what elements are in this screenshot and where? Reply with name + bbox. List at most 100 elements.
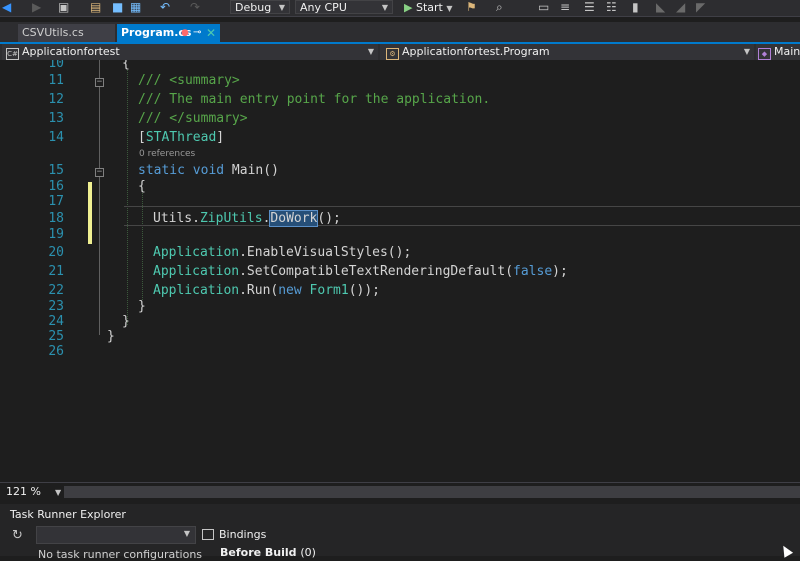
line-number: 19	[48, 227, 64, 242]
panel-title: Task Runner Explorer	[10, 508, 126, 521]
project-dropdown[interactable]: C# Applicationfortest ▼	[2, 44, 378, 60]
member-dropdown[interactable]: ◆ Main	[756, 44, 800, 60]
new-project-icon[interactable]: ▣	[58, 1, 69, 14]
save-icon[interactable]: ■	[112, 1, 123, 14]
save-all-icon[interactable]: ▦	[130, 1, 141, 14]
method-icon: ◆	[758, 48, 771, 60]
outdent-icon[interactable]: ☷	[606, 1, 617, 14]
code-line: }	[122, 314, 130, 329]
fold-guide	[99, 60, 100, 335]
tab-program[interactable]: Program.cs ● ⊸ ✕	[117, 24, 220, 42]
find-icon[interactable]: ⌕	[496, 1, 503, 14]
start-label: Start	[415, 1, 443, 14]
code-line: Application.EnableVisualStyles();	[153, 245, 412, 260]
pin-icon[interactable]: ⊸	[193, 24, 201, 42]
class-dropdown[interactable]: ⚙ Applicationfortest.Program ▼	[380, 44, 754, 60]
indent-guide	[127, 70, 128, 325]
csharp-project-icon: C#	[6, 48, 19, 60]
code-line: static void Main()	[138, 163, 279, 178]
solution-configuration-dropdown[interactable]: Debug ▼	[230, 0, 290, 14]
bookmark-icon[interactable]: ▮	[632, 1, 639, 14]
bindings-icon	[202, 529, 214, 540]
code-line: Application.SetCompatibleTextRenderingDe…	[153, 264, 568, 279]
main-toolbar: ◀ ▶ ▣ ▤ ■ ▦ ↶ ↷ Debug ▼ Any CPU ▼ ▶ Start …	[0, 0, 800, 17]
line-number: 26	[48, 344, 64, 359]
chevron-down-icon: ▼	[183, 529, 190, 538]
line-number: 10	[48, 60, 64, 71]
chevron-down-icon: ▼	[54, 488, 62, 497]
code-line: }	[107, 329, 115, 344]
chevron-down-icon: ▼	[446, 4, 453, 13]
chevron-down-icon: ▼	[278, 3, 285, 12]
code-line: /// </summary>	[138, 111, 248, 126]
codelens-references[interactable]: 0 references	[139, 149, 195, 159]
refresh-icon[interactable]: ↻	[12, 528, 23, 543]
start-button[interactable]: ▶ Start ▼	[404, 0, 453, 15]
play-icon: ▶	[404, 1, 413, 14]
collapse-summary-icon[interactable]: −	[95, 78, 104, 87]
before-build-count: (0)	[300, 546, 316, 559]
prev-bookmark-icon[interactable]: ◣	[656, 1, 665, 14]
code-line: {	[122, 60, 130, 71]
configuration-value: Debug	[235, 1, 272, 14]
code-line: [STAThread]	[138, 130, 225, 145]
indent-icon[interactable]: ☰	[584, 1, 595, 14]
member-value: Main	[774, 45, 800, 58]
platform-value: Any CPU	[300, 1, 347, 14]
forward-icon[interactable]: ▶	[32, 1, 41, 14]
code-line: /// <summary>	[138, 73, 240, 88]
code-line: Application.Run(new Form1());	[153, 283, 380, 298]
line-number: 25	[48, 329, 64, 344]
solution-platform-dropdown[interactable]: Any CPU ▼	[295, 0, 393, 14]
code-line: {	[138, 179, 146, 194]
code-line: /// The main entry point for the applica…	[138, 92, 491, 107]
clear-bookmark-icon[interactable]: ◤	[696, 1, 705, 14]
line-number: 20	[48, 245, 64, 260]
diagnostic-icon[interactable]: ⚑	[466, 1, 477, 14]
before-build-binding[interactable]: Before Build (0)	[220, 546, 316, 559]
line-number: 13	[48, 111, 64, 126]
change-indicator	[88, 182, 92, 244]
line-number: 21	[48, 264, 64, 279]
selected-identifier[interactable]: DoWork	[269, 210, 319, 227]
task-runner-project-dropdown[interactable]: ▼	[36, 526, 196, 544]
comment-icon[interactable]: ≡	[560, 1, 570, 14]
next-bookmark-icon[interactable]: ◢	[676, 1, 685, 14]
chevron-down-icon: ▼	[367, 47, 374, 56]
line-number: 17	[48, 194, 64, 209]
before-build-label: Before Build	[220, 546, 297, 559]
line-number: 18	[48, 211, 64, 226]
tab-bindings[interactable]: Bindings	[202, 526, 266, 544]
task-runner-explorer-panel: Task Runner Explorer ↻ ▼ Bindings No tas…	[0, 504, 800, 561]
tab-csvutils[interactable]: CSVUtils.cs	[18, 24, 115, 42]
line-number: 11	[48, 73, 64, 88]
zoom-dropdown[interactable]: 121 % ▼	[6, 485, 61, 498]
chevron-down-icon: ▼	[743, 47, 750, 56]
navigation-bar: C# Applicationfortest ▼ ⚙ Applicationforte…	[0, 44, 800, 61]
line-number: 22	[48, 283, 64, 298]
tab-label: CSVUtils.cs	[22, 26, 84, 39]
open-file-icon[interactable]: ▤	[90, 1, 101, 14]
class-value: Applicationfortest.Program	[402, 45, 550, 58]
layout-icon[interactable]: ▭	[538, 1, 549, 14]
code-editor[interactable]: 10 11 12 13 14 15 16 17 18 19 20 21 22 2…	[0, 60, 800, 482]
close-icon[interactable]: ✕	[206, 24, 216, 42]
undo-icon[interactable]: ↶	[160, 1, 170, 14]
collapse-method-icon[interactable]: −	[95, 168, 104, 177]
editor-status-row: 121 % ▼	[0, 482, 800, 501]
empty-message: No task runner configurations	[38, 548, 203, 561]
document-tab-row: CSVUtils.cs Program.cs ● ⊸ ✕	[0, 22, 800, 42]
line-number: 23	[48, 299, 64, 314]
horizontal-scrollbar[interactable]	[64, 486, 800, 498]
line-number: 12	[48, 92, 64, 107]
bindings-label: Bindings	[219, 528, 267, 541]
modified-dot-icon: ●	[181, 28, 189, 38]
chevron-down-icon: ▼	[381, 3, 388, 12]
line-number: 14	[48, 130, 64, 145]
back-icon[interactable]: ◀	[2, 1, 11, 14]
class-icon: ⚙	[386, 48, 399, 60]
zoom-value: 121 %	[6, 485, 41, 498]
redo-icon[interactable]: ↷	[190, 1, 200, 14]
line-number: 24	[48, 314, 64, 329]
line-number: 15	[48, 163, 64, 178]
